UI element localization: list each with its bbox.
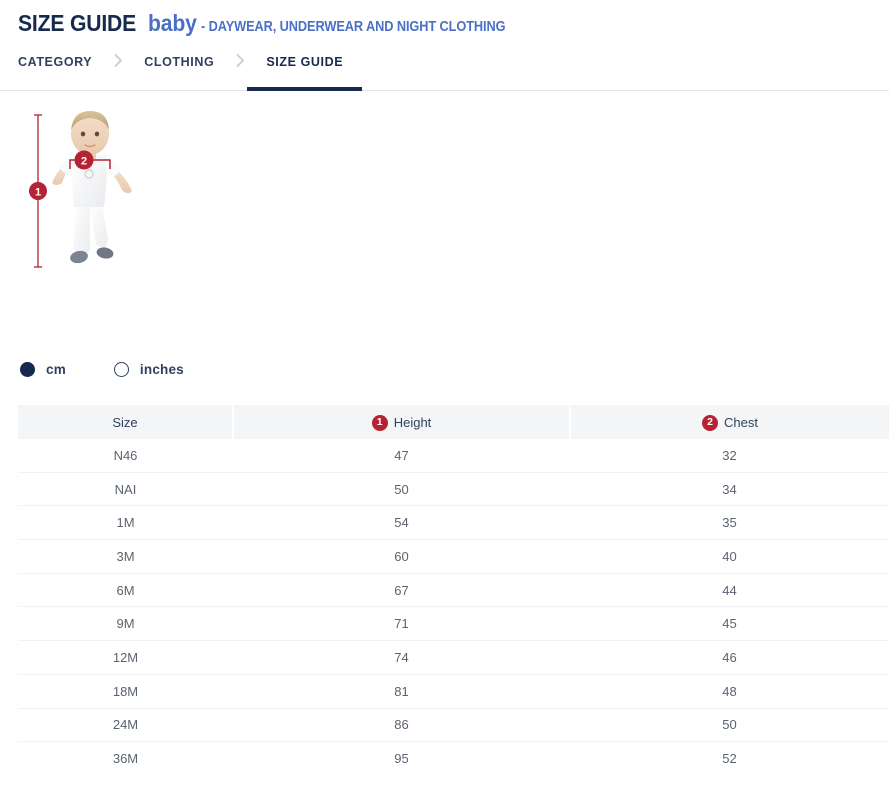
baby-measurement-illustration: 1 2 xyxy=(18,107,178,267)
radio-cm-icon[interactable] xyxy=(20,362,35,377)
table-header-row: Size 1 Height 2 Chest xyxy=(18,405,889,439)
height-badge: 1 xyxy=(29,182,47,200)
table-row: 18M 81 48 xyxy=(18,674,889,708)
svg-text:1: 1 xyxy=(35,187,41,199)
cell-height: 67 xyxy=(233,573,570,607)
page-title: SIZE GUIDE baby - DAYWEAR, UNDERWEAR AND… xyxy=(18,10,889,37)
cell-chest: 52 xyxy=(570,742,889,775)
unit-label-cm: cm xyxy=(46,362,66,377)
unit-option-cm[interactable]: cm xyxy=(20,362,66,377)
breadcrumb-item-category[interactable]: CATEGORY xyxy=(18,51,92,90)
size-table-body: N46 47 32 NAI 50 34 1M 54 35 3M 60 40 6M… xyxy=(18,439,889,775)
column-header-chest: 2 Chest xyxy=(570,405,889,439)
table-row: NAI 50 34 xyxy=(18,472,889,506)
page-title-main: SIZE GUIDE xyxy=(18,10,136,37)
unit-label-inches: inches xyxy=(140,362,184,377)
chevron-right-icon xyxy=(92,51,144,67)
cell-chest: 35 xyxy=(570,506,889,540)
cell-chest: 44 xyxy=(570,573,889,607)
cell-height: 50 xyxy=(233,472,570,506)
size-guide-table: Size 1 Height 2 Chest N46 47 32 xyxy=(18,405,889,775)
cell-size: 24M xyxy=(18,708,233,742)
cell-size: 3M xyxy=(18,540,233,574)
cell-height: 95 xyxy=(233,742,570,775)
cell-height: 74 xyxy=(233,641,570,675)
cell-chest: 46 xyxy=(570,641,889,675)
cell-height: 86 xyxy=(233,708,570,742)
measurement-figure-area: 1 2 xyxy=(0,107,889,357)
svg-text:2: 2 xyxy=(81,156,87,168)
unit-option-inches[interactable]: inches xyxy=(114,362,184,377)
page-title-subtitle: - DAYWEAR, UNDERWEAR AND NIGHT CLOTHING xyxy=(201,19,505,35)
breadcrumb-item-size-guide[interactable]: SIZE GUIDE xyxy=(266,51,343,90)
cell-height: 54 xyxy=(233,506,570,540)
radio-inches-icon[interactable] xyxy=(114,362,129,377)
table-row: N46 47 32 xyxy=(18,439,889,472)
table-row: 9M 71 45 xyxy=(18,607,889,641)
unit-toggle-group: cm inches xyxy=(0,357,889,381)
cell-size: 18M xyxy=(18,674,233,708)
cell-height: 81 xyxy=(233,674,570,708)
cell-height: 71 xyxy=(233,607,570,641)
table-row: 6M 67 44 xyxy=(18,573,889,607)
column-header-size-label: Size xyxy=(112,415,137,430)
height-badge-icon: 1 xyxy=(372,415,388,431)
breadcrumb-item-clothing[interactable]: CLOTHING xyxy=(144,51,214,90)
page-title-accent: baby xyxy=(148,10,197,37)
cell-size: 1M xyxy=(18,506,233,540)
baby-photo xyxy=(52,111,132,265)
cell-size: N46 xyxy=(18,439,233,472)
cell-chest: 45 xyxy=(570,607,889,641)
cell-size: 6M xyxy=(18,573,233,607)
column-header-size: Size xyxy=(18,405,233,439)
column-header-height: 1 Height xyxy=(233,405,570,439)
cell-chest: 40 xyxy=(570,540,889,574)
cell-size: 12M xyxy=(18,641,233,675)
cell-chest: 50 xyxy=(570,708,889,742)
table-row: 3M 60 40 xyxy=(18,540,889,574)
cell-chest: 34 xyxy=(570,472,889,506)
page-header: SIZE GUIDE baby - DAYWEAR, UNDERWEAR AND… xyxy=(0,0,889,37)
breadcrumb: CATEGORY CLOTHING SIZE GUIDE xyxy=(0,51,889,91)
cell-size: 9M xyxy=(18,607,233,641)
table-row: 24M 86 50 xyxy=(18,708,889,742)
cell-chest: 32 xyxy=(570,439,889,472)
table-row: 12M 74 46 xyxy=(18,641,889,675)
cell-chest: 48 xyxy=(570,674,889,708)
chest-badge: 2 xyxy=(75,151,94,170)
table-row: 36M 95 52 xyxy=(18,742,889,775)
column-header-height-label: Height xyxy=(394,415,432,430)
cell-size: NAI xyxy=(18,472,233,506)
cell-size: 36M xyxy=(18,742,233,775)
chevron-right-icon xyxy=(214,51,266,67)
chest-badge-icon: 2 xyxy=(702,415,718,431)
table-row: 1M 54 35 xyxy=(18,506,889,540)
cell-height: 60 xyxy=(233,540,570,574)
column-header-chest-label: Chest xyxy=(724,415,758,430)
cell-height: 47 xyxy=(233,439,570,472)
